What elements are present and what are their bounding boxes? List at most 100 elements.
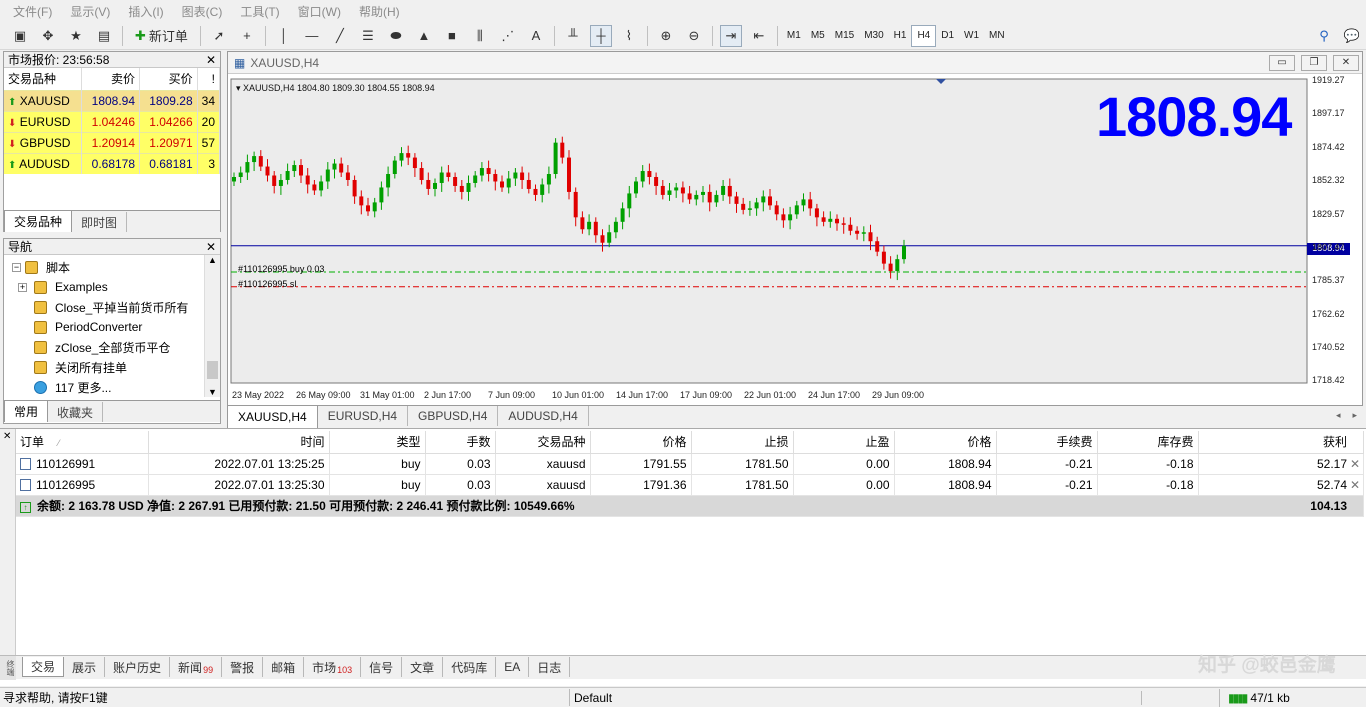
crosshair-icon[interactable]: + xyxy=(236,25,258,47)
menu-item[interactable]: 显示(V) xyxy=(61,3,119,20)
terminal-tab[interactable]: 交易 xyxy=(22,657,65,677)
text-icon[interactable]: A xyxy=(525,25,547,47)
col-header[interactable]: 手续费 xyxy=(996,431,1098,454)
table-row[interactable]: 110126995 2022.07.01 13:25:30 buy 0.03 xauus… xyxy=(16,474,1364,496)
line-chart-icon[interactable]: ⌇ xyxy=(618,25,640,47)
collapse-icon[interactable]: − xyxy=(12,262,21,272)
terminal-tab[interactable]: 新闻 99 xyxy=(170,657,223,677)
col-header[interactable]: 交易品种 xyxy=(495,431,591,454)
fan-icon[interactable]: ⋰ xyxy=(497,25,519,47)
col-header[interactable]: 类型 xyxy=(329,431,426,454)
new-order-button[interactable]: ✚ 新订单 xyxy=(130,25,193,47)
navigator-scrollbar[interactable]: ▲ ▼ xyxy=(204,255,220,397)
close-order-icon[interactable]: ✕ xyxy=(1350,478,1360,492)
zoom-in-icon[interactable]: ⊕ xyxy=(655,25,677,47)
terminal-tab[interactable]: 市场 103 xyxy=(304,657,362,677)
market-row[interactable]: ⬆ XAUUSD 1808.94 1809.28 34 xyxy=(4,89,221,111)
autoscroll-icon[interactable]: ⇥ xyxy=(719,24,742,47)
tab-common[interactable]: 常用 xyxy=(4,400,49,422)
chat-icon[interactable]: 💬 xyxy=(1341,25,1363,47)
col-symbol[interactable]: 交易品种 xyxy=(4,68,83,90)
timeframe-w1[interactable]: W1 xyxy=(959,25,984,47)
cursor-icon[interactable]: ➚ xyxy=(208,25,230,47)
bar-chart-icon[interactable]: ╨ xyxy=(562,25,584,47)
fibonacci-icon[interactable]: ⫼ xyxy=(469,25,491,47)
col-ask[interactable]: 买价 xyxy=(139,68,198,90)
zoom-out-icon[interactable]: ⊖ xyxy=(683,25,705,47)
close-icon[interactable]: ✕ xyxy=(206,53,216,67)
navigator-item[interactable]: 关闭所有挂单 xyxy=(4,357,220,377)
timeframe-m5[interactable]: M5 xyxy=(806,25,830,47)
menu-item[interactable]: 窗口(W) xyxy=(289,3,350,20)
tab-scroll-left-icon[interactable]: ◂ xyxy=(1336,410,1341,421)
scroll-up-icon[interactable]: ▲ xyxy=(205,255,220,265)
col-header[interactable]: 手数 xyxy=(425,431,496,454)
terminal-tab[interactable]: 日志 xyxy=(529,657,571,677)
terminal-tab[interactable]: 邮箱 xyxy=(263,657,305,677)
minimize-icon[interactable]: ▭ xyxy=(1269,54,1295,71)
triangle-icon[interactable]: ▲ xyxy=(413,25,435,47)
navigator-item[interactable]: Close_平掉当前货币所有 xyxy=(4,297,220,317)
chart-tab[interactable]: GBPUSD,H4 xyxy=(408,406,499,426)
market-row[interactable]: ⬇ GBPUSD 1.20914 1.20971 57 xyxy=(4,131,221,153)
col-spread[interactable]: ! xyxy=(197,68,221,90)
col-header[interactable]: 获利 xyxy=(1198,431,1364,454)
chart-tab[interactable]: AUDUSD,H4 xyxy=(498,406,589,426)
order-buy-label[interactable]: #110126995 buy 0.03 xyxy=(238,264,324,274)
close-order-icon[interactable]: ✕ xyxy=(1350,457,1360,471)
status-profile[interactable]: Default xyxy=(570,690,1142,705)
tab-tick-chart[interactable]: 即时图 xyxy=(72,212,128,232)
chart-tab[interactable]: EURUSD,H4 xyxy=(318,406,409,426)
terminal-tab[interactable]: 账户历史 xyxy=(105,657,171,677)
close-icon[interactable]: ✕ xyxy=(206,240,216,254)
col-header[interactable]: 止盈 xyxy=(793,431,895,454)
menu-item[interactable]: 图表(C) xyxy=(173,3,232,20)
order-sl-label[interactable]: #110126995 sl xyxy=(238,279,296,289)
menu-item[interactable]: 文件(F) xyxy=(4,3,61,20)
new-chart-icon[interactable]: ▣ xyxy=(9,25,31,47)
col-header[interactable]: 价格 xyxy=(590,431,692,454)
terminal-tab[interactable]: 信号 xyxy=(361,657,403,677)
terminal-tab[interactable]: 文章 xyxy=(402,657,444,677)
tree-root-scripts[interactable]: − 脚本 xyxy=(4,257,220,277)
chart-shift-icon[interactable]: ⇤ xyxy=(748,25,770,47)
col-header[interactable]: 时间 xyxy=(148,431,330,454)
profiles-icon[interactable]: ★ xyxy=(65,25,87,47)
market-watch-icon[interactable]: ▤ xyxy=(93,25,115,47)
terminal-tab[interactable]: 代码库 xyxy=(443,657,497,677)
navigator-item[interactable]: + Examples xyxy=(4,277,220,297)
timeframe-m30[interactable]: M30 xyxy=(859,25,888,47)
timeframe-d1[interactable]: D1 xyxy=(936,25,959,47)
tab-symbols[interactable]: 交易品种 xyxy=(4,210,73,232)
navigator-item[interactable]: zClose_全部货币平仓 xyxy=(4,337,220,357)
timeframe-h4[interactable]: H4 xyxy=(911,24,937,47)
table-row[interactable]: 110126991 2022.07.01 13:25:25 buy 0.03 xauus… xyxy=(16,453,1364,475)
candlestick-icon[interactable]: ┼ xyxy=(589,24,612,47)
search-icon[interactable]: ⚲ xyxy=(1313,25,1335,47)
navigator-item[interactable]: PeriodConverter xyxy=(4,317,220,337)
col-header[interactable]: 止损 xyxy=(691,431,794,454)
restore-icon[interactable]: ❐ xyxy=(1301,54,1327,71)
chart-tab[interactable]: XAUUSD,H4 xyxy=(227,406,318,428)
terminal-tab[interactable]: EA xyxy=(496,657,530,677)
menu-item[interactable]: 帮助(H) xyxy=(350,3,409,20)
scroll-down-icon[interactable]: ▼ xyxy=(205,387,220,397)
col-header[interactable]: 价格 xyxy=(894,431,997,454)
market-row[interactable]: ⬆ AUDUSD 0.68178 0.68181 3 xyxy=(4,152,221,174)
vertical-line-icon[interactable]: │ xyxy=(273,25,295,47)
col-bid[interactable]: 卖价 xyxy=(81,68,141,90)
col-header[interactable]: 库存费 xyxy=(1097,431,1199,454)
menu-item[interactable]: 工具(T) xyxy=(231,3,288,20)
ellipse-icon[interactable]: ⬬ xyxy=(385,25,407,47)
timeframe-mn[interactable]: MN xyxy=(984,25,1010,47)
rectangle-icon[interactable]: ■ xyxy=(441,25,463,47)
channel-icon[interactable]: ☰ xyxy=(357,25,379,47)
scroll-thumb[interactable] xyxy=(207,361,218,379)
tab-favorites[interactable]: 收藏夹 xyxy=(48,402,104,422)
timeframe-h1[interactable]: H1 xyxy=(889,25,912,47)
col-header[interactable]: 订单 ⁄ xyxy=(16,431,149,454)
terminal-tab[interactable]: 展示 xyxy=(64,657,106,677)
timeframe-m15[interactable]: M15 xyxy=(830,25,859,47)
expand-icon[interactable]: + xyxy=(18,282,27,292)
navigator-item[interactable]: 117 更多... xyxy=(4,377,220,397)
